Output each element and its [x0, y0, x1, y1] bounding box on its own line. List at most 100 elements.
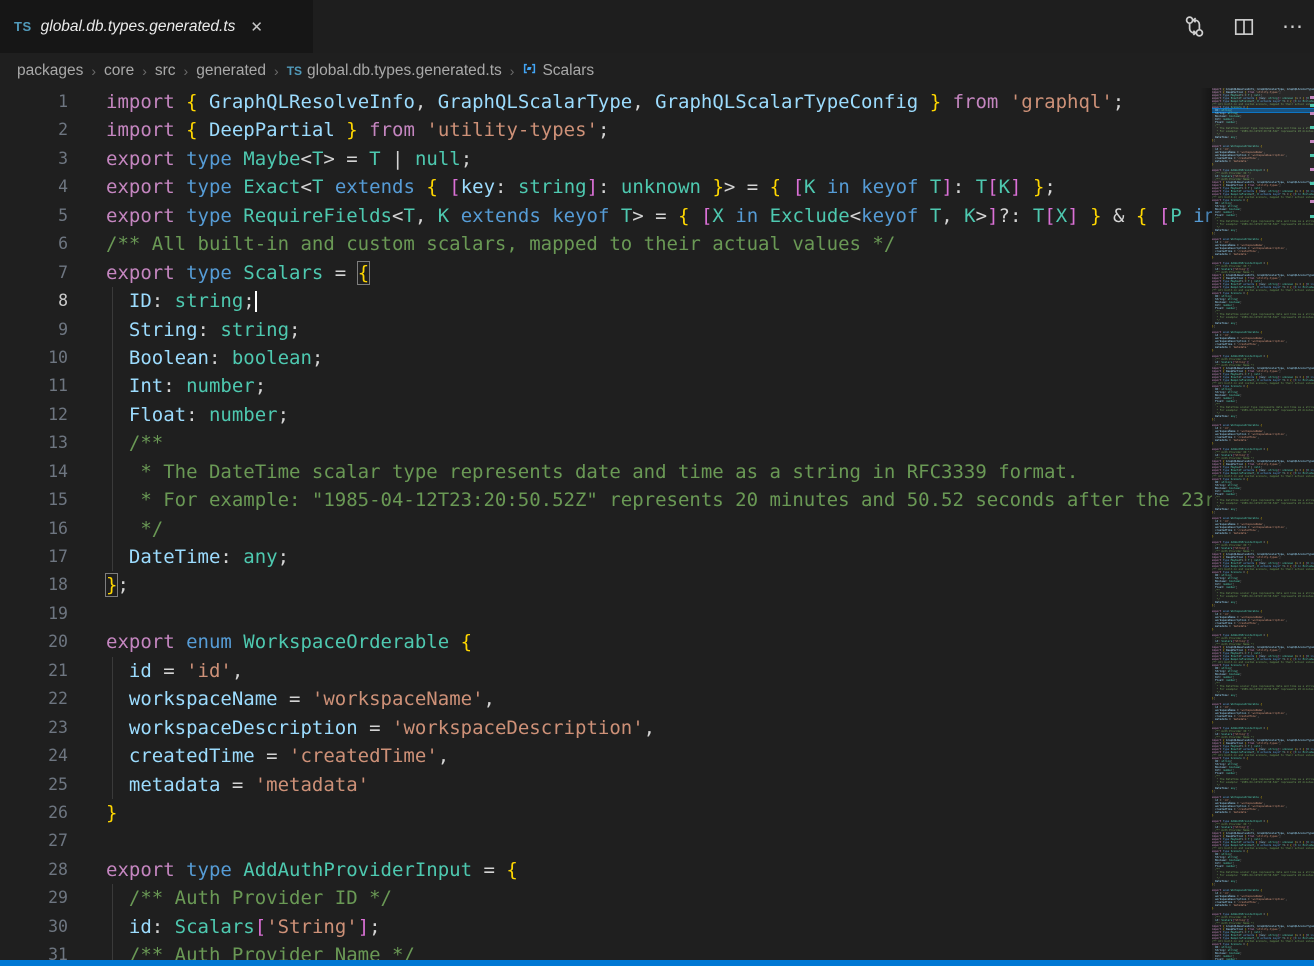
- line-number[interactable]: 23: [0, 714, 68, 742]
- code-line[interactable]: 6/** All built-in and custom scalars, ma…: [0, 230, 1212, 258]
- line-number[interactable]: 22: [0, 685, 68, 713]
- indent-guide: [112, 515, 113, 543]
- line-number[interactable]: 9: [0, 316, 68, 344]
- editor[interactable]: 1 import { GraphQLResolveInfo, GraphQLSca…: [0, 88, 1314, 966]
- code-line[interactable]: 23 workspaceDescription = 'workspaceDesc…: [0, 714, 1212, 742]
- breadcrumb-item-global-db-types-generated-ts[interactable]: TSglobal.db.types.generated.ts: [287, 62, 502, 80]
- code-line[interactable]: 21 id = 'id',: [0, 657, 1212, 685]
- line-number[interactable]: 28: [0, 856, 68, 884]
- indent-guide: [112, 401, 113, 429]
- indent-guide: [112, 685, 113, 713]
- code-line[interactable]: 12 Float: number;: [0, 401, 1212, 429]
- line-number[interactable]: 8: [0, 287, 68, 315]
- code-line[interactable]: 26}: [0, 799, 1212, 827]
- status-accent-bar: [0, 960, 1314, 966]
- line-number[interactable]: 21: [0, 657, 68, 685]
- breadcrumb-item-packages[interactable]: packages: [17, 62, 83, 80]
- code-text: workspaceDescription = 'workspaceDescrip…: [68, 714, 1212, 742]
- line-number[interactable]: 25: [0, 771, 68, 799]
- line-number[interactable]: 12: [0, 401, 68, 429]
- code-line[interactable]: 16 */: [0, 515, 1212, 543]
- breadcrumb-item-src[interactable]: src: [155, 62, 176, 80]
- line-number[interactable]: 4: [0, 173, 68, 201]
- code-line[interactable]: 5export type RequireFields<T, K extends …: [0, 202, 1212, 230]
- code-line[interactable]: 24 createdTime = 'createdTime',: [0, 742, 1212, 770]
- split-editor-button[interactable]: [1233, 16, 1255, 38]
- minimap-line: * For example: "1985-04-12T23:20:50.52Z"…: [1212, 874, 1314, 877]
- breadcrumb-item-generated[interactable]: generated: [196, 62, 266, 80]
- line-number[interactable]: 13: [0, 429, 68, 457]
- line-number[interactable]: 6: [0, 230, 68, 258]
- code-line[interactable]: 19: [0, 600, 1212, 628]
- minimap[interactable]: import { GraphQLResolveInfo, GraphQLScal…: [1212, 88, 1314, 966]
- code-line[interactable]: 17 DateTime: any;: [0, 543, 1212, 571]
- breadcrumb-label: Scalars: [542, 62, 594, 80]
- code-text: * For example: "1985-04-12T23:20:50.52Z"…: [68, 486, 1212, 514]
- minimap-line: * For example: "1985-04-12T23:20:50.52Z"…: [1212, 688, 1314, 691]
- code-line[interactable]: 29 /** Auth Provider ID */: [0, 884, 1212, 912]
- line-number[interactable]: 7: [0, 259, 68, 287]
- code-line[interactable]: 28export type AddAuthProviderInput = {: [0, 856, 1212, 884]
- typescript-file-icon: TS: [287, 64, 302, 78]
- code-text: export enum WorkspaceOrderable {: [68, 628, 1212, 656]
- line-number[interactable]: 11: [0, 372, 68, 400]
- code-line[interactable]: 27: [0, 827, 1212, 855]
- line-number[interactable]: 27: [0, 827, 68, 855]
- more-actions-button[interactable]: ⋯: [1282, 22, 1304, 32]
- indent-guide: [112, 771, 113, 799]
- indent-guide: [112, 429, 113, 457]
- code-line[interactable]: 9 String: string;: [0, 316, 1212, 344]
- code-line[interactable]: 10 Boolean: boolean;: [0, 344, 1212, 372]
- minimap-line: * For example: "1985-04-12T23:20:50.52Z"…: [1212, 781, 1314, 784]
- code-text: export type Maybe<T> = T | null;: [68, 145, 1212, 173]
- code-line[interactable]: 3export type Maybe<T> = T | null;: [0, 145, 1212, 173]
- indent-guide: [112, 458, 113, 486]
- line-number[interactable]: 3: [0, 145, 68, 173]
- line-number[interactable]: 1: [0, 88, 68, 116]
- code-text: [68, 600, 1212, 628]
- code-line[interactable]: 30 id: Scalars['String'];: [0, 913, 1212, 941]
- code-text: /** All built-in and custom scalars, map…: [68, 230, 1212, 258]
- line-number[interactable]: 24: [0, 742, 68, 770]
- code-line[interactable]: 7export type Scalars = {: [0, 259, 1212, 287]
- line-number[interactable]: 16: [0, 515, 68, 543]
- line-number[interactable]: 26: [0, 799, 68, 827]
- compare-changes-icon: [1183, 15, 1206, 38]
- editor-tab[interactable]: TS global.db.types.generated.ts ✕: [0, 0, 313, 53]
- line-number[interactable]: 30: [0, 913, 68, 941]
- line-number[interactable]: 18: [0, 571, 68, 599]
- breadcrumb-item-core[interactable]: core: [104, 62, 134, 80]
- indent-guide: [112, 543, 113, 571]
- code-text: import { DeepPartial } from 'utility-typ…: [68, 116, 1212, 144]
- code-line[interactable]: 22 workspaceName = 'workspaceName',: [0, 685, 1212, 713]
- line-number[interactable]: 19: [0, 600, 68, 628]
- indent-guide: [112, 316, 113, 344]
- open-changes-button[interactable]: [1183, 15, 1206, 38]
- line-number[interactable]: 17: [0, 543, 68, 571]
- line-number[interactable]: 20: [0, 628, 68, 656]
- code-line[interactable]: 13 /**: [0, 429, 1212, 457]
- code-line[interactable]: 25 metadata = 'metadata': [0, 771, 1212, 799]
- minimap-line: * For example: "1985-04-12T23:20:50.52Z"…: [1212, 130, 1314, 133]
- line-number[interactable]: 29: [0, 884, 68, 912]
- code-line[interactable]: 2import { DeepPartial } from 'utility-ty…: [0, 116, 1212, 144]
- code-line[interactable]: 8 ID: string;: [0, 287, 1212, 315]
- code-line[interactable]: 18};: [0, 571, 1212, 599]
- line-number[interactable]: 15: [0, 486, 68, 514]
- code-line[interactable]: 11 Int: number;: [0, 372, 1212, 400]
- code-line[interactable]: 20export enum WorkspaceOrderable {: [0, 628, 1212, 656]
- line-number[interactable]: 5: [0, 202, 68, 230]
- code-text: Float: number;: [68, 401, 1212, 429]
- code-line[interactable]: 15 * For example: "1985-04-12T23:20:50.5…: [0, 486, 1212, 514]
- line-number[interactable]: 2: [0, 116, 68, 144]
- code-line[interactable]: 1import { GraphQLResolveInfo, GraphQLSca…: [0, 88, 1212, 116]
- line-number[interactable]: 10: [0, 344, 68, 372]
- line-number[interactable]: 14: [0, 458, 68, 486]
- breadcrumb-item-scalars[interactable]: Scalars: [522, 61, 594, 81]
- breadcrumb-label: generated: [196, 62, 266, 80]
- code-line[interactable]: 14 * The DateTime scalar type represents…: [0, 458, 1212, 486]
- close-tab-icon[interactable]: ✕: [250, 18, 263, 36]
- code-line[interactable]: 4export type Exact<T extends { [key: str…: [0, 173, 1212, 201]
- code-lines: 1import { GraphQLResolveInfo, GraphQLSca…: [0, 88, 1212, 966]
- code-text: workspaceName = 'workspaceName',: [68, 685, 1212, 713]
